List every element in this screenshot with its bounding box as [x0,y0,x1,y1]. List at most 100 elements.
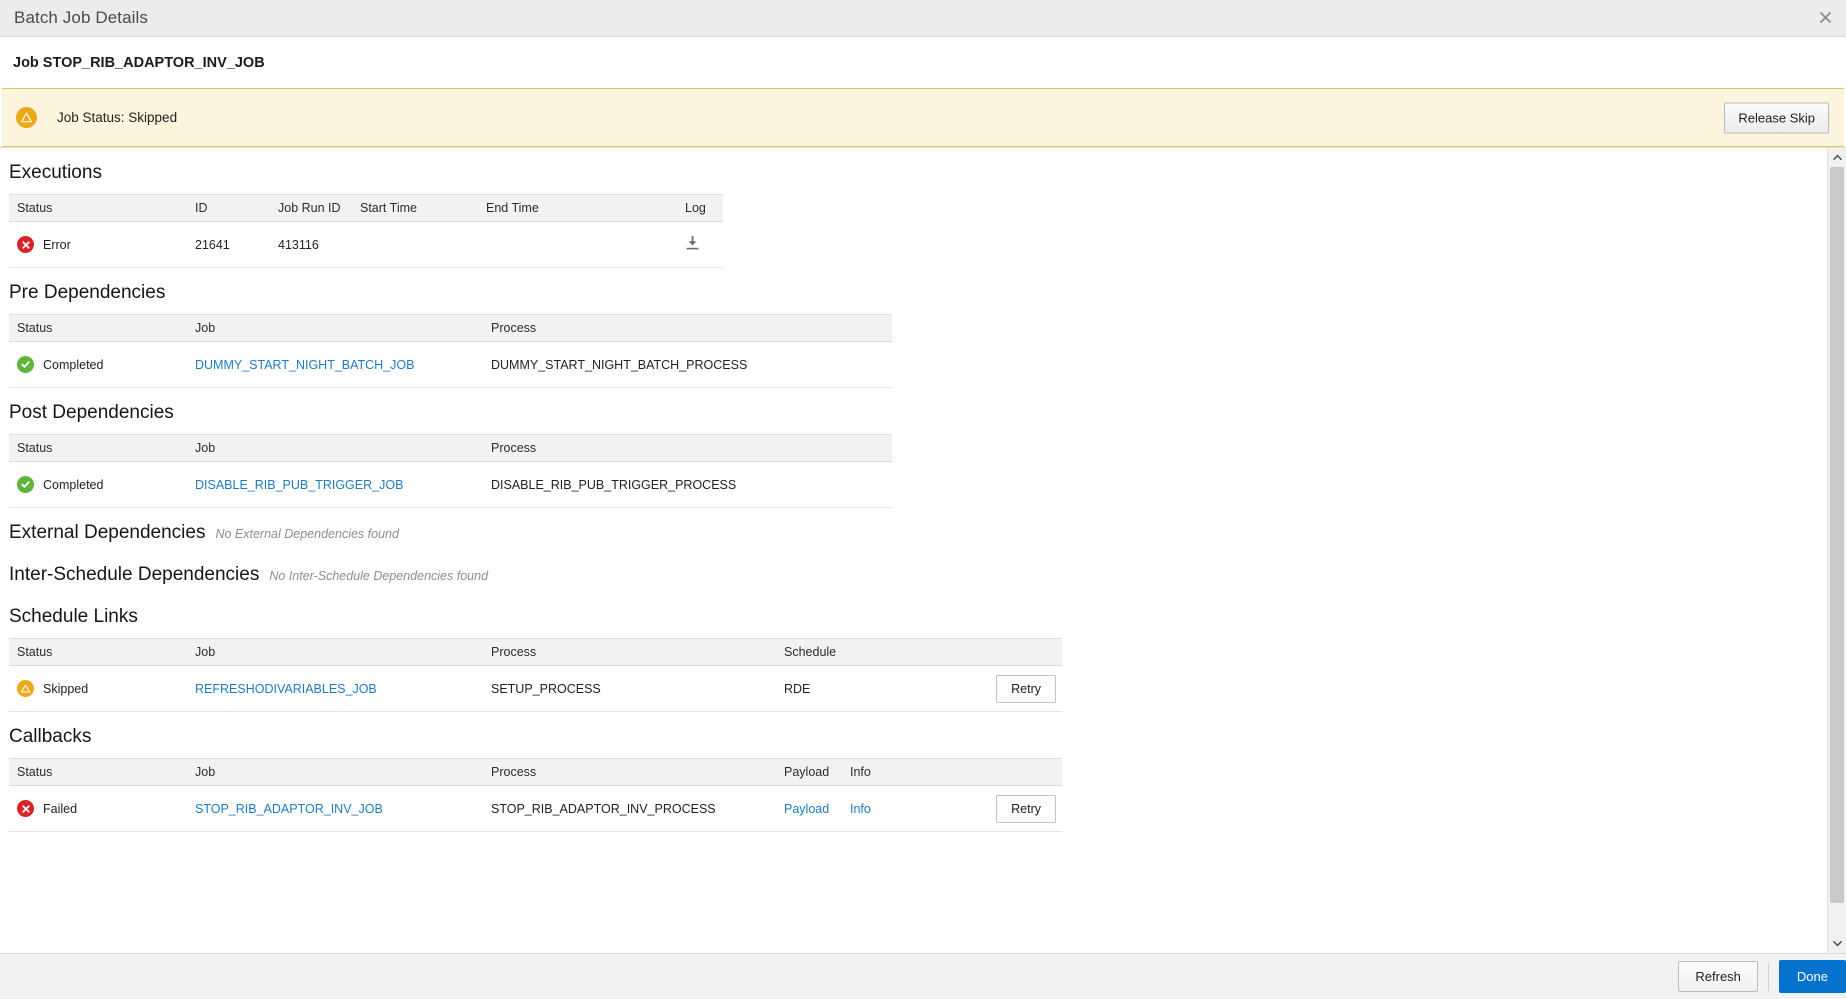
post-dependencies-section: Post Dependencies Status Job Process Com… [0,388,1827,508]
status-label: Completed [43,357,104,372]
column-header-status: Status [9,314,187,342]
column-header-payload: Payload [776,758,842,786]
column-header-process: Process [483,314,892,342]
dialog-body: Executions Status ID Job Run ID Start Ti… [0,147,1846,953]
success-icon [17,356,34,373]
cell-end-time [478,221,677,268]
scrollbar-track[interactable] [1828,167,1846,934]
error-icon [17,800,34,817]
retry-button[interactable]: Retry [996,794,1056,823]
download-icon[interactable] [685,235,700,254]
cell-status: Failed [9,785,187,832]
cell-actions: Retry [954,665,1062,712]
post-dependencies-title: Post Dependencies [9,402,174,423]
cell-job: STOP_RIB_ADAPTOR_INV_JOB [187,785,483,832]
column-header-process: Process [483,758,776,786]
executions-table: Status ID Job Run ID Start Time End Time… [9,194,723,268]
cell-info: Info [842,785,954,832]
external-dependencies-title: External Dependencies [9,522,206,543]
cell-process: DUMMY_START_NIGHT_BATCH_PROCESS [483,341,892,388]
cell-start-time [352,221,478,268]
vertical-scrollbar[interactable] [1827,148,1846,953]
status-label: Skipped [43,681,89,696]
status-banner-wrapper: Job Status: Skipped Release Skip [0,88,1846,147]
cell-process: DISABLE_RIB_PUB_TRIGGER_PROCESS [483,461,892,508]
status-label: Completed [43,477,104,492]
post-dependencies-table: Status Job Process Completed DISABLE_RIB… [9,434,892,508]
sections-container: Executions Status ID Job Run ID Start Ti… [0,148,1827,953]
column-header-schedule: Schedule [776,638,954,666]
column-header-process: Process [483,638,776,666]
cell-job: REFRESHODIVARIABLES_JOB [187,665,483,712]
column-header-status: Status [9,434,187,462]
scrollbar-thumb[interactable] [1830,167,1844,904]
table-row: Completed DISABLE_RIB_PUB_TRIGGER_JOB DI… [9,461,892,508]
job-link[interactable]: DISABLE_RIB_PUB_TRIGGER_JOB [195,478,403,492]
table-row: Completed DUMMY_START_NIGHT_BATCH_JOB DU… [9,341,892,388]
schedule-links-table: Status Job Process Schedule Skipped REFR… [9,638,1062,712]
chevron-down-icon[interactable] [1828,934,1846,953]
column-header-status: Status [9,194,187,222]
column-header-actions [954,638,1062,666]
inter-schedule-dependencies-title: Inter-Schedule Dependencies [9,564,260,585]
table-row: Failed STOP_RIB_ADAPTOR_INV_JOB STOP_RIB… [9,785,1062,832]
cell-job: DUMMY_START_NIGHT_BATCH_JOB [187,341,483,388]
warning-icon [17,680,34,697]
job-title: Job STOP_RIB_ADAPTOR_INV_JOB [13,55,265,71]
job-header: Job STOP_RIB_ADAPTOR_INV_JOB [0,37,1846,88]
table-header-row: Status Job Process Payload Info [9,758,1062,786]
schedule-links-title: Schedule Links [9,606,138,627]
success-icon [17,476,34,493]
column-header-id: ID [187,194,270,222]
external-dependencies-section: External Dependencies No External Depend… [0,508,1827,550]
callbacks-table: Status Job Process Payload Info Failed S… [9,758,1062,832]
payload-link[interactable]: Payload [784,802,829,816]
table-header-row: Status Job Process [9,314,892,342]
dialog-footer: Refresh Done [0,953,1846,999]
schedule-links-section: Schedule Links Status Job Process Schedu… [0,592,1827,712]
table-header-row: Status Job Process Schedule [9,638,1062,666]
job-link[interactable]: STOP_RIB_ADAPTOR_INV_JOB [195,802,383,816]
table-row: Skipped REFRESHODIVARIABLES_JOB SETUP_PR… [9,665,1062,712]
cell-payload: Payload [776,785,842,832]
footer-divider [1767,962,1769,991]
column-header-job: Job [187,314,483,342]
column-header-job-run-id: Job Run ID [270,194,352,222]
column-header-job: Job [187,434,483,462]
title-bar: Batch Job Details [0,0,1846,37]
column-header-job: Job [187,758,483,786]
close-icon[interactable] [1812,4,1838,30]
cell-process: SETUP_PROCESS [483,665,776,712]
job-link[interactable]: DUMMY_START_NIGHT_BATCH_JOB [195,358,414,372]
refresh-button[interactable]: Refresh [1678,961,1758,992]
job-link[interactable]: REFRESHODIVARIABLES_JOB [195,682,377,696]
cell-status: Completed [9,341,187,388]
cell-job: DISABLE_RIB_PUB_TRIGGER_JOB [187,461,483,508]
callbacks-title: Callbacks [9,726,92,747]
status-label: Failed [43,801,78,816]
chevron-up-icon[interactable] [1828,148,1846,167]
column-header-info: Info [842,758,954,786]
status-banner: Job Status: Skipped Release Skip [2,88,1844,147]
window-title: Batch Job Details [14,8,148,27]
retry-button[interactable]: Retry [996,674,1056,703]
done-button[interactable]: Done [1778,960,1846,993]
column-header-status: Status [9,758,187,786]
cell-status: Error [9,221,187,268]
column-header-start-time: Start Time [352,194,478,222]
external-dependencies-empty-message: No External Dependencies found [215,527,399,541]
column-header-actions [954,758,1062,786]
pre-dependencies-title: Pre Dependencies [9,282,166,303]
warning-icon [16,107,37,128]
column-header-status: Status [9,638,187,666]
column-header-process: Process [483,434,892,462]
table-header-row: Status ID Job Run ID Start Time End Time… [9,194,723,222]
cell-job-run-id: 413116 [270,221,352,268]
inter-schedule-dependencies-empty-message: No Inter-Schedule Dependencies found [269,569,489,583]
release-skip-button[interactable]: Release Skip [1724,102,1829,133]
info-link[interactable]: Info [850,802,871,816]
cell-status: Skipped [9,665,187,712]
cell-status: Completed [9,461,187,508]
callbacks-section: Callbacks Status Job Process Payload Inf… [0,712,1827,832]
cell-process: STOP_RIB_ADAPTOR_INV_PROCESS [483,785,776,832]
